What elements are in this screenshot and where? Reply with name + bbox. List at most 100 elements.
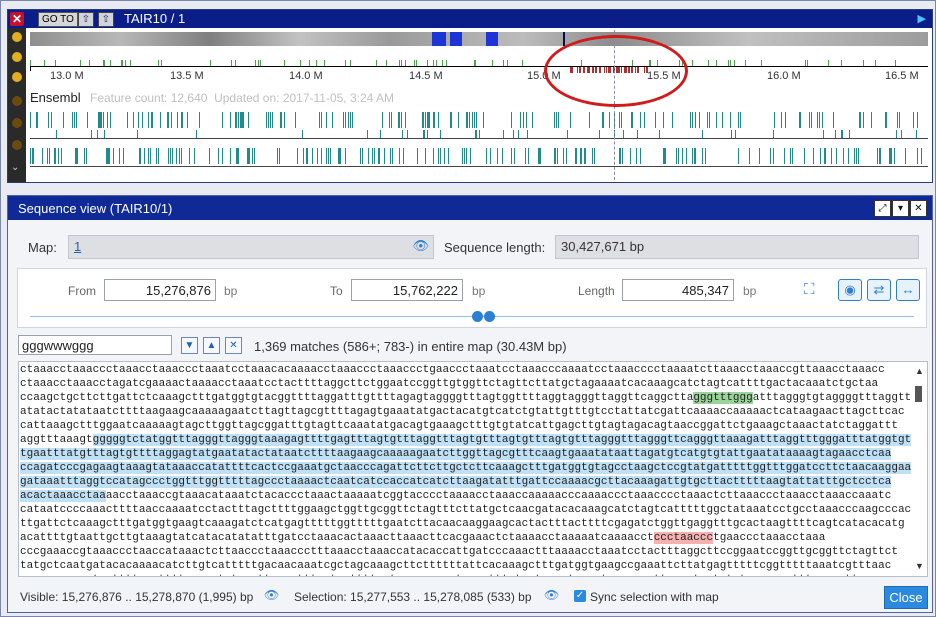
feature-mark[interactable] [97,130,98,138]
feature-mark[interactable] [502,148,503,164]
feature-mark[interactable] [871,112,872,128]
chromosome-ideogram[interactable] [30,32,928,46]
eye-icon[interactable]: 👁 [412,238,429,254]
feature-mark[interactable] [303,148,304,164]
maximize-icon[interactable]: ⤢ [874,200,891,217]
feature-mark[interactable] [640,148,641,164]
feature-mark[interactable] [172,148,173,164]
feature-mark[interactable] [823,130,824,138]
feature-mark[interactable] [792,148,793,164]
feature-mark[interactable] [630,148,631,164]
feature-mark[interactable] [399,112,400,128]
feature-mark[interactable] [405,112,406,128]
sequence-line[interactable]: ccagatcccgagaagtaaagtataaaccatattttcactc… [20,461,918,475]
feature-mark[interactable] [242,112,243,128]
feature-mark[interactable] [877,148,878,164]
feature-mark[interactable] [277,148,278,164]
sequence-search-input[interactable]: gggwwwggg [18,335,172,355]
feature-mark[interactable] [770,148,771,164]
feature-mark[interactable] [230,148,231,164]
feature-mark[interactable] [594,148,595,164]
feature-mark[interactable] [321,148,322,164]
feature-mark[interactable] [281,112,282,128]
feature-mark[interactable] [820,148,821,164]
feature-mark[interactable] [319,112,320,128]
feature-mark[interactable] [284,112,285,128]
feature-mark[interactable] [897,112,898,128]
feature-mark[interactable] [360,148,361,164]
feature-mark[interactable] [326,112,327,128]
feature-mark[interactable] [722,112,723,128]
feature-mark[interactable] [99,112,100,128]
clear-search-icon[interactable]: ✕ [225,337,242,354]
feature-mark[interactable] [735,130,736,138]
feature-mark[interactable] [348,112,349,128]
feature-mark[interactable] [538,148,539,164]
feature-mark[interactable] [702,130,703,138]
feature-mark[interactable] [317,148,318,164]
feature-mark[interactable] [384,148,385,164]
feature-mark[interactable] [556,112,557,128]
feature-mark[interactable] [619,148,620,164]
feature-mark[interactable] [48,112,49,128]
feature-mark[interactable] [252,148,253,164]
feature-mark[interactable] [490,148,491,164]
feature-mark[interactable] [894,148,895,164]
feature-mark[interactable] [407,130,408,138]
feature-mark[interactable] [270,112,271,128]
track-toggle-icon[interactable] [12,96,22,106]
feature-mark[interactable] [784,148,785,164]
feature-mark[interactable] [424,130,425,138]
feature-mark[interactable] [682,148,683,164]
feature-mark[interactable] [676,148,677,164]
feature-mark[interactable] [773,148,774,164]
feature-mark[interactable] [236,148,237,164]
feature-mark[interactable] [621,112,622,128]
feature-mark[interactable] [254,148,255,164]
feature-mark[interactable] [475,130,476,138]
sequence-line[interactable]: acactaaacctaaaacctaaaccgtaaacataaatctaca… [20,489,910,503]
feature-mark[interactable] [464,148,465,164]
feature-mark[interactable] [77,148,78,164]
feature-mark[interactable] [156,148,157,164]
feature-mark[interactable] [218,148,219,164]
feature-mark[interactable] [170,148,171,164]
feature-mark[interactable] [759,148,760,164]
track-toggle-icon[interactable] [12,32,22,42]
close-button[interactable]: Close [884,586,928,609]
length-input[interactable]: 485,347 [622,279,734,301]
feature-mark[interactable] [379,148,380,164]
feature-mark[interactable] [268,112,269,128]
feature-mark[interactable] [440,130,441,138]
feature-mark[interactable] [527,130,528,138]
feature-mark[interactable] [444,148,445,164]
feature-mark[interactable] [109,148,110,164]
feature-mark[interactable] [345,148,346,164]
feature-mark[interactable] [123,148,124,164]
feature-mark[interactable] [622,148,623,164]
feature-mark[interactable] [158,148,159,164]
feature-mark[interactable] [61,148,62,164]
feature-mark[interactable] [558,112,559,128]
feature-mark[interactable] [563,148,564,164]
feature-mark[interactable] [345,112,346,128]
feature-mark[interactable] [179,148,180,164]
feature-mark[interactable] [42,148,43,164]
expand-horizontal-icon[interactable]: ↔ [896,279,920,301]
feature-mark[interactable] [913,112,914,128]
feature-mark[interactable] [518,130,519,138]
scrollbar-thumb[interactable] [915,386,922,402]
feature-mark[interactable] [171,112,172,128]
feature-mark[interactable] [340,148,341,164]
feature-mark[interactable] [390,148,391,164]
feature-mark[interactable] [886,112,887,128]
feature-mark[interactable] [374,148,375,164]
feature-mark[interactable] [503,130,504,138]
feature-mark[interactable] [466,148,467,164]
map-field[interactable]: 1 👁 [68,235,434,259]
feature-mark[interactable] [86,148,87,164]
feature-mark[interactable] [230,112,231,128]
feature-mark[interactable] [37,112,38,128]
feature-mark[interactable] [809,112,810,128]
feature-mark[interactable] [554,112,555,128]
